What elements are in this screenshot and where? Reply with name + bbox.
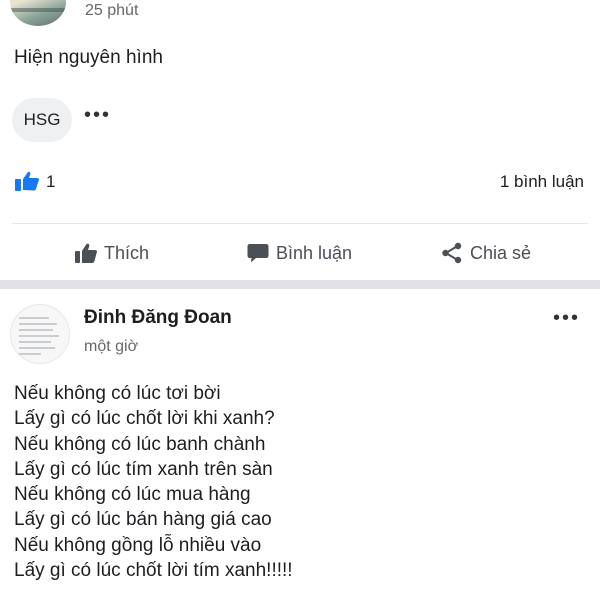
post-text-line: Lấy gì có lúc chốt lời tím xanh!!!!! (14, 560, 293, 582)
post-text-line: Nếu không có lúc tơi bời (14, 383, 221, 404)
divider (12, 223, 588, 224)
more-dots-icon[interactable]: ••• (84, 104, 111, 127)
author-avatar[interactable] (10, 304, 70, 364)
author-name[interactable]: Đinh Đăng Đoan (84, 307, 232, 329)
share-button[interactable]: Chia sẻ (440, 240, 531, 266)
author-avatar[interactable] (10, 0, 66, 26)
like-button-label: Thích (104, 242, 150, 263)
post-card-2: Đinh Đăng Đoan một giờ ••• Nếu không có … (0, 289, 600, 600)
comment-button[interactable]: Bình luận (246, 240, 352, 266)
post-text: Hiện nguyên hình (14, 47, 163, 68)
speech-bubble-icon (247, 244, 269, 263)
like-reaction-icon[interactable] (14, 170, 40, 192)
thumbs-up-icon (75, 243, 98, 263)
like-count[interactable]: 1 (46, 172, 55, 192)
like-button[interactable]: Thích (74, 240, 149, 266)
post-text-line: Nếu không có lúc mua hàng (14, 484, 251, 506)
post-text-line: Lấy gì có lúc chốt lời khi xanh? (14, 408, 275, 430)
comment-button-label: Bình luận (276, 242, 353, 263)
post-separator (0, 280, 600, 289)
post-text-line: Lấy gì có lúc tím xanh trên sàn (14, 458, 273, 480)
post-timestamp[interactable]: một giờ (84, 338, 138, 356)
more-dots-icon[interactable]: ••• (553, 307, 580, 330)
post-text-line: Lấy gì có lúc bán hàng giá cao (14, 509, 272, 531)
share-button-label: Chia sẻ (470, 242, 532, 263)
post-text-line: Nếu không có lúc banh chành (14, 433, 266, 455)
post-text-line: Nếu không gồng lỗ nhiều vào (14, 534, 262, 556)
post-text: Nếu không có lúc tơi bời Lấy gì có lúc c… (14, 381, 293, 583)
stock-tag-chip[interactable]: HSG (12, 98, 72, 142)
post-card-1: 25 phút Hiện nguyên hình HSG ••• 1 1 bìn… (0, 0, 600, 280)
share-icon (442, 242, 462, 264)
comment-count[interactable]: 1 bình luận (500, 172, 584, 192)
post-timestamp[interactable]: 25 phút (85, 2, 138, 20)
